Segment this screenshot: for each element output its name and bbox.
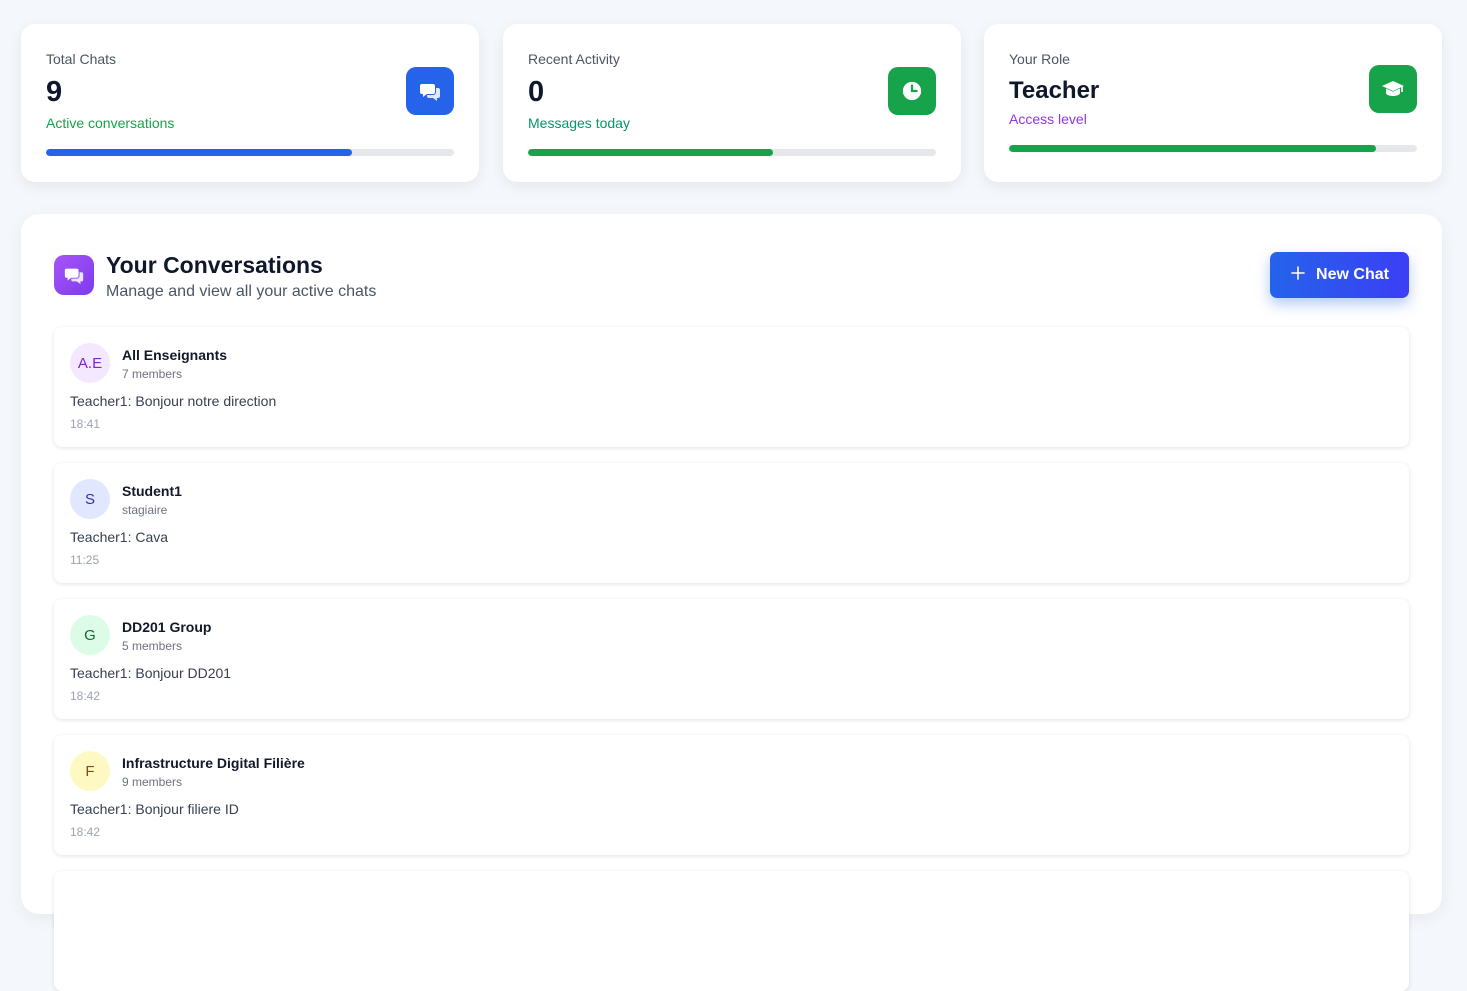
conversation-item[interactable]: F Infrastructure Digital Filière 9 membe…	[54, 735, 1409, 855]
panel-header: Your Conversations Manage and view all y…	[54, 252, 1409, 312]
conversation-time: 18:41	[70, 417, 101, 431]
stat-label: Total Chats	[46, 51, 117, 67]
stats-row: Total Chats 9 Active conversations Recen…	[21, 24, 1442, 182]
conversation-meta: stagiaire	[122, 503, 168, 517]
conversation-last-message: Teacher1: Bonjour filiere ID	[70, 801, 239, 817]
conversation-meta: 7 members	[122, 367, 183, 381]
conversation-last-message: Teacher1: Cava	[70, 529, 169, 545]
progress-fill	[1009, 145, 1377, 152]
conversation-meta: 9 members	[122, 775, 183, 789]
conversation-meta: 5 members	[122, 639, 183, 653]
progress-bar	[1009, 145, 1417, 152]
stat-sub: Messages today	[528, 115, 630, 131]
page-subtitle: Manage and view all your active chats	[106, 283, 377, 300]
conversation-item[interactable]: S Student1 stagiaire Teacher1: Cava 11:2…	[54, 463, 1409, 583]
plus-icon	[1290, 265, 1306, 286]
conversation-name: All Enseignants	[122, 347, 228, 363]
progress-fill	[528, 149, 773, 156]
stat-value: Teacher	[1009, 77, 1100, 104]
new-chat-label: New Chat	[1316, 266, 1389, 283]
chat-bubbles-icon	[54, 255, 94, 295]
clock-icon	[888, 67, 936, 115]
stat-value: 0	[528, 76, 545, 108]
progress-fill	[46, 149, 352, 156]
progress-bar	[528, 149, 936, 156]
stat-card-your-role: Your Role Teacher Access level	[984, 24, 1442, 182]
avatar: F	[70, 751, 110, 791]
new-chat-button[interactable]: New Chat	[1270, 252, 1409, 298]
chat-bubbles-icon	[406, 67, 454, 115]
avatar: G	[70, 615, 110, 655]
conversation-last-message: Teacher1: Bonjour DD201	[70, 665, 232, 681]
conversations-panel: Your Conversations Manage and view all y…	[21, 214, 1442, 991]
conversation-item[interactable]: G DD201 Group 5 members Teacher1: Bonjou…	[54, 599, 1409, 719]
graduation-cap-icon	[1369, 65, 1417, 113]
progress-bar	[46, 149, 454, 156]
stat-label: Recent Activity	[528, 51, 620, 67]
conversation-last-message: Teacher1: Bonjour notre direction	[70, 393, 277, 409]
avatar: S	[70, 479, 110, 519]
stat-card-recent-activity: Recent Activity 0 Messages today	[503, 24, 961, 182]
conversation-item[interactable]	[54, 871, 1409, 991]
stat-label: Your Role	[1009, 51, 1070, 67]
conversation-time: 18:42	[70, 825, 101, 839]
stat-card-total-chats: Total Chats 9 Active conversations	[21, 24, 479, 182]
conversation-name: Infrastructure Digital Filière	[122, 755, 305, 771]
conversation-time: 18:42	[70, 689, 101, 703]
avatar: A.E	[70, 343, 110, 383]
conversation-name: Student1	[122, 483, 182, 499]
conversation-name: DD201 Group	[122, 619, 212, 635]
page-title: Your Conversations	[106, 252, 323, 278]
stat-value: 9	[46, 76, 63, 108]
stat-sub: Access level	[1009, 111, 1087, 127]
stat-sub: Active conversations	[46, 115, 175, 131]
conversation-item[interactable]: A.E All Enseignants 7 members Teacher1: …	[54, 327, 1409, 447]
conversation-time: 11:25	[70, 553, 100, 567]
